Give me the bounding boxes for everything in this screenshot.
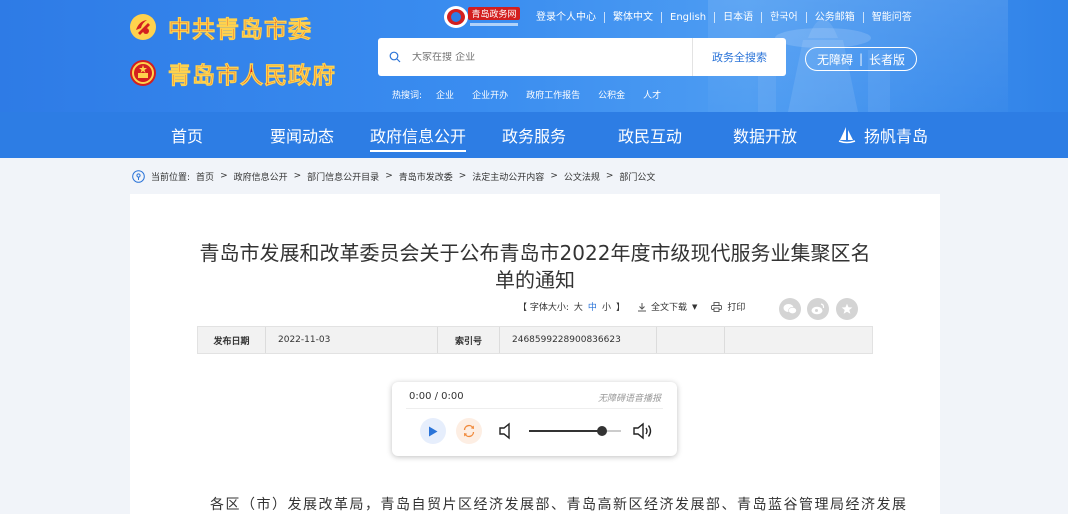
hot-word[interactable]: 公积金 — [598, 88, 625, 101]
org-name-government: 青岛市人民政府 — [168, 62, 336, 90]
breadcrumb-separator: > — [385, 171, 393, 181]
search-button[interactable]: 政务全搜索 — [692, 38, 786, 76]
link-official-mail[interactable]: 公务邮箱 — [807, 11, 864, 23]
breadcrumb-separator: > — [220, 171, 228, 181]
font-size-small[interactable]: 小 — [602, 300, 611, 313]
breadcrumb: 当前位置: 首页 > 政府信息公开 > 部门信息公开目录 > 青岛市发改委 > 法定主动… — [132, 167, 655, 185]
player-divider — [406, 408, 663, 409]
article-panel: 青岛市发展和改革委员会关于公布青岛市2022年度市级现代服务业集聚区名单的通知 … — [130, 194, 940, 514]
nav-news[interactable]: 要闻动态 — [270, 112, 334, 158]
volume-slider-handle[interactable] — [597, 426, 607, 436]
article-tools: 【 字体大小: 大 中 小 】 全文下载 ▼ 打印 — [518, 300, 750, 313]
breadcrumb-item[interactable]: 部门信息公开目录 — [307, 170, 379, 183]
loop-button[interactable] — [456, 418, 482, 444]
main-nav: 首页 要闻动态 政府信息公开 政务服务 政民互动 数据开放 扬帆青岛 — [0, 112, 1068, 158]
hot-word[interactable]: 政府工作报告 — [526, 88, 580, 101]
search-bar: 政务全搜索 — [378, 38, 786, 76]
play-button[interactable] — [420, 418, 446, 444]
party-committee-logo[interactable]: 中共青岛市委 — [128, 10, 312, 44]
article-meta-table: 发布日期 2022-11-03 索引号 2468599228900836623 — [197, 326, 873, 354]
meta-empty-cell — [725, 327, 872, 353]
download-full-text[interactable]: 全文下载 — [651, 300, 687, 313]
article-title: 青岛市发展和改革委员会关于公布青岛市2022年度市级现代服务业集聚区名单的通知 — [199, 241, 871, 292]
breadcrumb-separator: > — [458, 171, 467, 181]
link-personal-center[interactable]: 登录个人中心 — [528, 11, 605, 23]
nav-gov-info[interactable]: 政府信息公开 — [370, 112, 467, 158]
nav-sail-label: 扬帆青岛 — [864, 127, 929, 146]
breadcrumb-label: 当前位置: — [151, 172, 191, 183]
location-pin-icon — [132, 169, 145, 183]
breadcrumb-item[interactable]: 首页 — [196, 170, 214, 183]
breadcrumb-item[interactable]: 政府信息公开 — [234, 170, 288, 183]
loop-icon — [463, 424, 475, 438]
sail-icon — [838, 127, 856, 144]
link-english[interactable]: English — [662, 11, 716, 23]
index-number-value: 2468599228900836623 — [500, 327, 657, 353]
audio-time: 0:00 / 0:00 — [409, 391, 464, 402]
breadcrumb-item[interactable]: 公文法规 — [564, 170, 600, 183]
hot-search-words: 热搜词: 企业 企业开办 政府工作报告 公积金 人才 — [392, 88, 661, 101]
article-body-paragraph: 各区（市）发展改革局，青岛自贸片区经济发展部、青岛高新区经济发展部、青岛蓝谷管理… — [210, 497, 908, 513]
top-utility-links: 青岛政务网 登录个人中心 繁体中文 English 日本语 한국어 公务邮箱 智… — [442, 4, 920, 30]
breadcrumb-separator: > — [550, 171, 558, 181]
hot-word[interactable]: 企业 — [436, 88, 454, 101]
font-size-large[interactable]: 大 — [574, 300, 583, 313]
font-size-medium[interactable]: 中 — [588, 300, 597, 313]
wechat-share-icon[interactable] — [779, 298, 801, 320]
site-header: 中共青岛市委 青岛市人民政府 青岛政务网 登录个人中心 繁体中文 English… — [0, 0, 1068, 112]
link-smart-qa[interactable]: 智能问答 — [864, 12, 920, 23]
play-icon — [429, 426, 438, 436]
index-number-label: 索引号 — [438, 327, 500, 353]
font-size-close: 】 — [615, 303, 625, 313]
nav-open-data[interactable]: 数据开放 — [733, 112, 797, 158]
print-button[interactable]: 打印 — [727, 300, 745, 313]
font-size-label: 【 字体大小: — [518, 303, 569, 313]
hot-search-label: 热搜词: — [392, 91, 423, 101]
weibo-share-icon[interactable] — [807, 298, 829, 320]
access-divider: | — [858, 52, 864, 66]
breadcrumb-item[interactable]: 青岛市发改委 — [399, 170, 453, 183]
search-icon — [378, 51, 412, 63]
download-icon — [637, 302, 646, 311]
audio-tag: 无障碍语音播报 — [597, 394, 661, 404]
link-korean[interactable]: 한국어 — [762, 11, 807, 23]
mute-icon[interactable] — [498, 422, 514, 440]
gov-portal-logo[interactable]: 青岛政务网 — [442, 4, 522, 30]
elderly-version-button[interactable]: 长者版 — [869, 51, 905, 68]
national-emblem-icon — [128, 58, 158, 88]
chevron-down-icon: ▼ — [691, 302, 698, 311]
nav-interaction[interactable]: 政民互动 — [618, 112, 682, 158]
government-logo[interactable]: 青岛市人民政府 — [128, 56, 336, 90]
hot-word[interactable]: 企业开办 — [472, 88, 508, 101]
volume-track-filled[interactable] — [529, 430, 601, 432]
breadcrumb-separator: > — [605, 171, 614, 181]
breadcrumb-item[interactable]: 部门公文 — [619, 170, 655, 183]
party-emblem-icon — [128, 12, 158, 42]
nav-home[interactable]: 首页 — [171, 112, 203, 158]
breadcrumb-item[interactable]: 法定主动公开内容 — [472, 170, 544, 183]
breadcrumb-separator: > — [293, 171, 302, 181]
favorite-star-icon[interactable] — [836, 298, 858, 320]
print-icon — [711, 301, 723, 312]
hot-word[interactable]: 人才 — [643, 88, 661, 101]
volume-up-icon[interactable] — [632, 422, 654, 440]
barrier-free-button[interactable]: 无障碍 — [817, 51, 853, 68]
link-traditional-chinese[interactable]: 繁体中文 — [605, 11, 662, 23]
link-japanese[interactable]: 日本语 — [715, 11, 763, 23]
publish-date-value: 2022-11-03 — [266, 327, 438, 353]
org-name-party: 中共青岛市委 — [168, 16, 312, 44]
nav-gov-service[interactable]: 政务服务 — [502, 112, 566, 158]
publish-date-label: 发布日期 — [198, 327, 266, 353]
search-input[interactable] — [412, 51, 692, 63]
gov-logo-text: 青岛政务网 — [471, 8, 516, 20]
accessibility-switch: 无障碍 | 长者版 — [805, 47, 917, 71]
meta-empty-cell — [657, 327, 725, 353]
audio-player: 0:00 / 0:00 无障碍语音播报 — [392, 382, 677, 456]
nav-sail-qingdao[interactable]: 扬帆青岛 — [838, 112, 928, 158]
